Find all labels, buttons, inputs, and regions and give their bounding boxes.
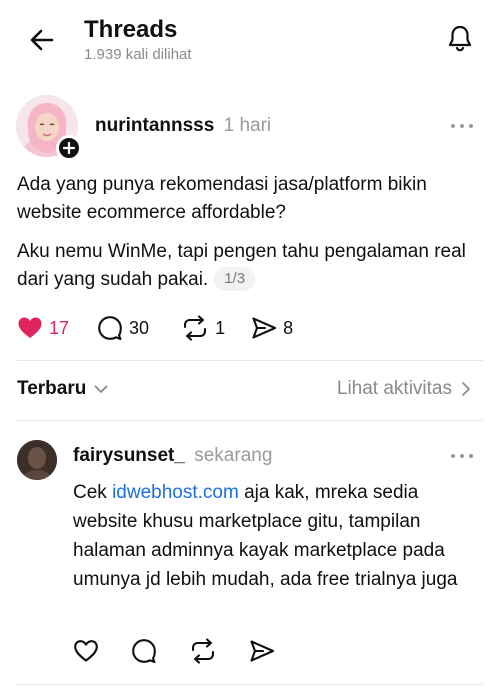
reply-comment-button[interactable] — [131, 638, 157, 664]
reply-avatar-image — [17, 440, 57, 480]
sort-label: Terbaru — [17, 378, 87, 399]
post-more-button[interactable] — [448, 116, 476, 136]
like-count: 17 — [49, 317, 70, 338]
post-timestamp: 1 hari — [223, 115, 272, 136]
heart-icon — [18, 317, 42, 338]
repost-button[interactable]: 1 — [181, 315, 225, 341]
post-text-2: Aku nemu WinMe, tapi pengen tahu pengala… — [17, 238, 487, 294]
activity-label: Lihat aktivitas — [336, 378, 452, 399]
back-button[interactable] — [24, 22, 60, 58]
plus-icon — [62, 141, 76, 155]
view-count: 1.939 kali dilihat — [84, 46, 192, 63]
reply-timestamp: sekarang — [194, 445, 273, 466]
reply-meta: fairysunset_ sekarang — [73, 444, 272, 468]
header-titles: Threads 1.939 kali dilihat — [84, 16, 192, 65]
like-button[interactable]: 17 — [17, 316, 69, 340]
view-activity-link[interactable]: Lihat aktivitas — [337, 378, 474, 400]
more-icon — [451, 454, 473, 458]
divider — [17, 360, 483, 361]
reply-repost-button[interactable] — [189, 638, 217, 664]
header: Threads 1.939 kali dilihat — [0, 0, 500, 80]
share-count: 8 — [283, 317, 294, 338]
bell-icon — [448, 25, 472, 52]
reply-actions — [73, 638, 307, 664]
post-username[interactable]: nurintannsss — [95, 115, 214, 136]
comment-icon — [98, 316, 122, 341]
reply-link[interactable]: idwebhost.com — [112, 482, 239, 503]
reply-like-button[interactable] — [73, 639, 99, 663]
follow-button[interactable] — [56, 135, 82, 161]
page-title: Threads — [84, 16, 178, 43]
repost-icon — [191, 638, 215, 664]
repost-count: 1 — [215, 317, 226, 338]
sort-dropdown[interactable]: Terbaru — [17, 378, 110, 400]
notifications-button[interactable] — [442, 20, 478, 56]
post-text-1: Ada yang punya rekomendasi jasa/platform… — [17, 174, 427, 223]
heart-icon — [74, 640, 98, 662]
post-avatar-wrap[interactable] — [16, 95, 82, 161]
post-actions: 17 30 1 8 — [17, 314, 313, 342]
share-icon — [250, 640, 275, 662]
divider — [17, 420, 483, 421]
reply-count: 30 — [129, 317, 150, 338]
reply-text-before: Cek — [73, 482, 113, 503]
reply-button[interactable]: 30 — [97, 315, 149, 341]
more-icon — [451, 124, 473, 128]
comment-icon — [132, 639, 156, 664]
reply-text: Cek idwebhost.com aja kak, mreka sedia w… — [73, 478, 483, 594]
page-indicator[interactable]: 1/3 — [214, 267, 256, 291]
share-icon — [252, 317, 277, 339]
sort-row: Terbaru Lihat aktivitas — [0, 378, 500, 404]
reply-more-button[interactable] — [448, 446, 476, 466]
repost-icon — [184, 315, 207, 341]
divider — [17, 684, 483, 685]
share-button[interactable]: 8 — [251, 316, 293, 340]
chevron-right-icon — [462, 382, 470, 396]
reply-share-button[interactable] — [249, 639, 275, 663]
chevron-down-icon — [94, 385, 108, 393]
reply-avatar[interactable] — [17, 440, 57, 480]
post-meta: nurintannsss 1 hari — [95, 114, 271, 138]
reply-username[interactable]: fairysunset_ — [73, 445, 185, 466]
back-arrow-icon — [30, 29, 54, 51]
